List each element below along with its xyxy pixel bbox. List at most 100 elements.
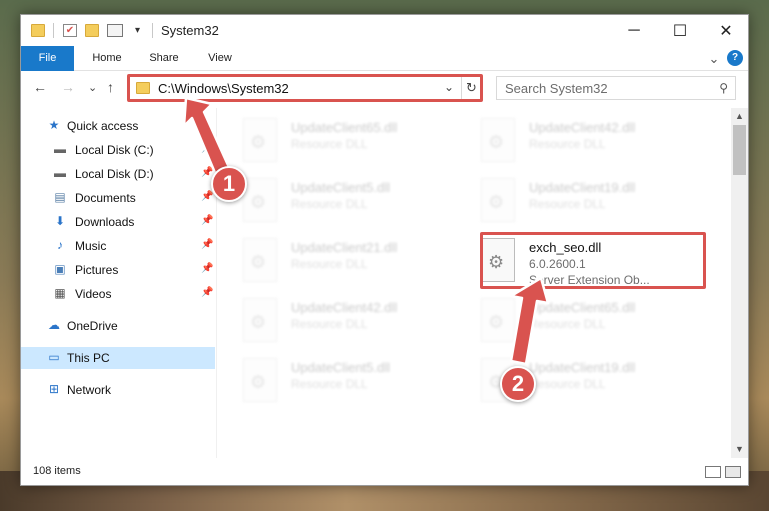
details-view-icon[interactable]	[705, 466, 721, 478]
search-box[interactable]: Search System32 ⚲	[496, 76, 736, 100]
dll-file-icon: ⚙	[481, 298, 515, 342]
sidebar-item-network[interactable]: ⊞ Network	[21, 379, 215, 401]
file-name: UpdateClient5.dll	[291, 180, 391, 195]
vertical-scrollbar[interactable]: ▲ ▼	[731, 108, 748, 458]
scroll-up-icon[interactable]: ▲	[731, 108, 748, 125]
up-button[interactable]: ↑	[107, 79, 114, 95]
dll-file-icon: ⚙	[481, 118, 515, 162]
pin-icon[interactable]: 📌	[201, 239, 213, 250]
documents-icon: ▤	[54, 190, 66, 204]
tab-view[interactable]: View	[197, 46, 243, 71]
maximize-button[interactable]: ☐	[657, 15, 703, 46]
sidebar-item-this-pc[interactable]: ▭ This PC	[21, 347, 215, 369]
help-icon[interactable]: ?	[727, 50, 743, 66]
callout-step-1: 1	[211, 166, 247, 202]
dll-file-icon: ⚙	[243, 178, 277, 222]
forward-button[interactable]: →	[61, 79, 75, 95]
dll-file-icon: ⚙	[481, 178, 515, 222]
ribbon-tabs: File Home Share View ⌄ ?	[21, 46, 748, 71]
sidebar-item-videos[interactable]: ▦ Videos 📌	[21, 283, 215, 305]
tab-file[interactable]: File	[21, 46, 74, 71]
pin-icon[interactable]: 📌	[201, 191, 213, 202]
sidebar-item-pictures[interactable]: ▣ Pictures 📌	[21, 259, 215, 281]
sidebar-item-quick-access[interactable]: ★ Quick access	[21, 115, 215, 137]
file-highlight-box	[480, 232, 706, 289]
sidebar-item-label: Local Disk (C:)	[75, 143, 154, 157]
file-item[interactable]: ⚙ UpdateClient42.dll Resource DLL	[481, 118, 701, 168]
computer-icon: ▭	[48, 350, 60, 364]
file-explorer-window: ✔ ▾ System32 ─ ☐ ✕ File Home Share View …	[20, 14, 749, 486]
sidebar-item-documents[interactable]: ▤ Documents 📌	[21, 187, 215, 209]
scroll-thumb[interactable]	[733, 125, 746, 175]
sidebar-item-label: This PC	[67, 351, 110, 365]
scroll-down-icon[interactable]: ▼	[731, 441, 748, 458]
file-name: UpdateClient21.dll	[291, 240, 398, 255]
sidebar-item-label: Videos	[75, 287, 112, 301]
file-item[interactable]: ⚙ UpdateClient5.dll Resource DLL	[243, 358, 463, 408]
music-icon: ♪	[57, 238, 63, 252]
large-icons-view-icon[interactable]	[725, 466, 741, 478]
recent-locations-button[interactable]: ⌄	[88, 81, 97, 94]
window-title: System32	[161, 23, 219, 38]
videos-icon: ▦	[54, 286, 66, 300]
file-item[interactable]: ⚙ UpdateClient19.dll Resource DLL	[481, 178, 701, 228]
sidebar-item-music[interactable]: ♪ Music 📌	[21, 235, 215, 257]
file-item[interactable]: ⚙ UpdateClient65.dll Resource DLL	[243, 118, 463, 168]
file-type: Resource DLL	[529, 377, 606, 391]
file-type: Resource DLL	[291, 257, 368, 271]
file-name: UpdateClient65.dll	[529, 300, 636, 315]
sidebar-item-label: Local Disk (D:)	[75, 167, 154, 181]
dll-file-icon: ⚙	[243, 238, 277, 282]
sidebar-item-downloads[interactable]: ⬇ Downloads 📌	[21, 211, 215, 233]
expand-ribbon-icon[interactable]: ⌄	[705, 46, 723, 71]
pin-icon[interactable]: 📌	[201, 287, 213, 298]
file-name: UpdateClient42.dll	[291, 300, 398, 315]
file-name: UpdateClient19.dll	[529, 360, 636, 375]
properties-icon[interactable]: ✔	[63, 24, 77, 37]
search-icon[interactable]: ⚲	[719, 81, 728, 95]
status-bar: 108 items	[21, 460, 748, 485]
new-folder-icon[interactable]	[85, 24, 99, 37]
pin-icon[interactable]: 📌	[201, 143, 213, 154]
sidebar-item-local-disk-d[interactable]: ▬ Local Disk (D:) 📌	[21, 163, 215, 185]
file-item[interactable]: ⚙ UpdateClient21.dll Resource DLL	[243, 238, 463, 288]
file-item[interactable]: ⚙ UpdateClient42.dll Resource DLL	[243, 298, 463, 348]
pin-icon[interactable]: 📌	[201, 215, 213, 226]
customize-toolbar-icon[interactable]	[107, 24, 123, 37]
sidebar-item-label: Quick access	[67, 119, 139, 133]
sidebar-item-label: Pictures	[75, 263, 119, 277]
back-button[interactable]: ←	[33, 79, 47, 95]
title-separator	[53, 23, 54, 38]
search-input[interactable]: Search System32	[505, 81, 608, 96]
sidebar-item-label: Music	[75, 239, 107, 253]
file-type: Resource DLL	[529, 317, 606, 331]
file-type: Resource DLL	[529, 197, 606, 211]
pin-icon[interactable]: 📌	[201, 263, 213, 274]
file-type: Resource DLL	[529, 137, 606, 151]
navigation-bar: ← → ⌄ ↑ C:\Windows\System32 ⌄ ↻ Search S…	[21, 71, 748, 106]
sidebar-item-label: Documents	[75, 191, 136, 205]
dll-file-icon: ⚙	[243, 358, 277, 402]
callout-step-2: 2	[500, 366, 536, 402]
folder-icon	[31, 24, 45, 37]
navigation-pane: ★ Quick access ▬ Local Disk (C:) 📌 ▬ Loc…	[21, 108, 217, 458]
minimize-button[interactable]: ─	[611, 15, 657, 46]
item-count: 108 items	[33, 465, 81, 477]
sidebar-item-label: Downloads	[75, 215, 135, 229]
tab-share[interactable]: Share	[139, 46, 189, 71]
file-name: UpdateClient5.dll	[291, 360, 391, 375]
pictures-icon: ▣	[54, 262, 66, 276]
file-item[interactable]: ⚙ UpdateClient5.dll Resource DLL	[243, 178, 463, 228]
chevron-down-icon[interactable]: ▾	[135, 24, 149, 37]
sidebar-item-label: OneDrive	[67, 319, 118, 333]
file-type: Resource DLL	[291, 377, 368, 391]
sidebar-item-local-disk-c[interactable]: ▬ Local Disk (C:) 📌	[21, 139, 215, 161]
file-item[interactable]: ⚙ UpdateClient65.dll Resource DLL	[481, 298, 701, 348]
close-button[interactable]: ✕	[703, 15, 748, 46]
network-icon: ⊞	[48, 382, 60, 396]
sidebar-item-onedrive[interactable]: ☁ OneDrive	[21, 315, 215, 337]
address-highlight-box	[127, 74, 483, 102]
drive-icon: ▬	[54, 166, 66, 180]
tab-home[interactable]: Home	[79, 46, 135, 71]
sidebar-item-label: Network	[67, 383, 112, 397]
